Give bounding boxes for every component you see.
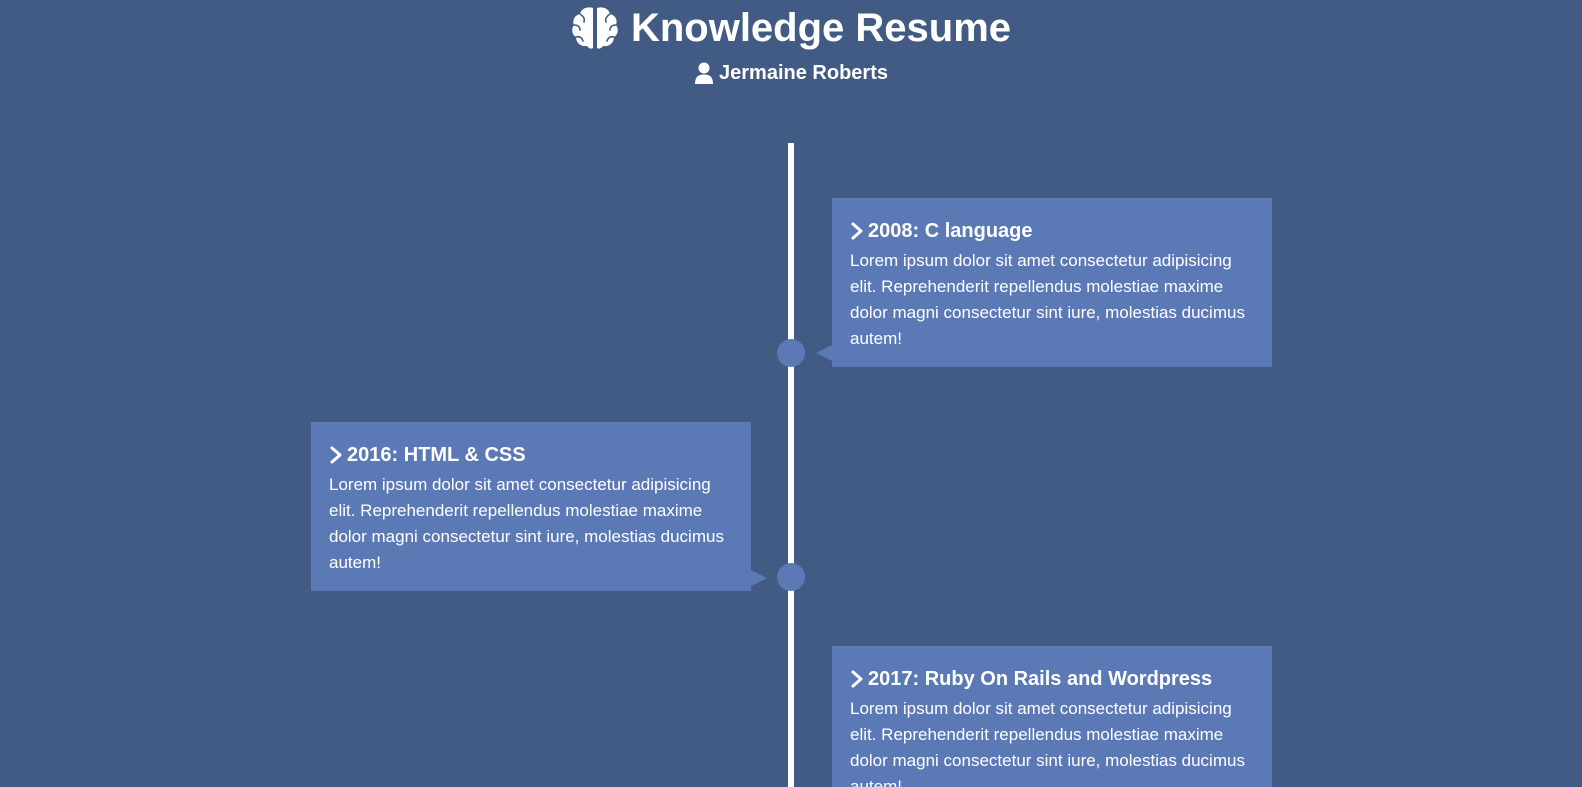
chevron-right-icon — [851, 670, 863, 688]
card-pointer — [751, 570, 767, 586]
card-description: Lorem ipsum dolor sit amet consectetur a… — [329, 475, 724, 572]
brain-icon — [572, 7, 618, 49]
owner-name: Jermaine Roberts — [719, 62, 888, 84]
card-description: Lorem ipsum dolor sit amet consectetur a… — [850, 251, 1245, 348]
user-icon — [695, 62, 714, 84]
timeline-card: 2017: Ruby On Rails and Wordpress Lorem … — [832, 646, 1272, 787]
card-title: 2017: Ruby On Rails and Wordpress — [868, 668, 1213, 690]
page-title: Knowledge Resume — [0, 4, 1582, 52]
card-description: Lorem ipsum dolor sit amet consectetur a… — [850, 699, 1245, 787]
title-text: Knowledge Resume — [630, 6, 1012, 50]
card-heading: 2008: C language — [850, 218, 1254, 244]
chevron-right-icon — [851, 222, 863, 240]
timeline-dot — [777, 563, 805, 591]
card-heading: 2016: HTML & CSS — [329, 442, 733, 468]
timeline-card: 2016: HTML & CSS Lorem ipsum dolor sit a… — [311, 422, 751, 591]
card-title: 2008: C language — [868, 220, 1033, 242]
timeline-line — [788, 143, 794, 787]
resume-owner: Jermaine Roberts — [0, 60, 1582, 86]
chevron-right-icon — [330, 446, 342, 464]
timeline-dot — [777, 339, 805, 367]
timeline-card: 2008: C language Lorem ipsum dolor sit a… — [832, 198, 1272, 367]
card-heading: 2017: Ruby On Rails and Wordpress — [850, 666, 1254, 692]
card-pointer — [816, 345, 832, 361]
resume-page: Knowledge Resume Jermaine Roberts 2008: … — [0, 0, 1582, 787]
card-title: 2016: HTML & CSS — [347, 444, 526, 466]
